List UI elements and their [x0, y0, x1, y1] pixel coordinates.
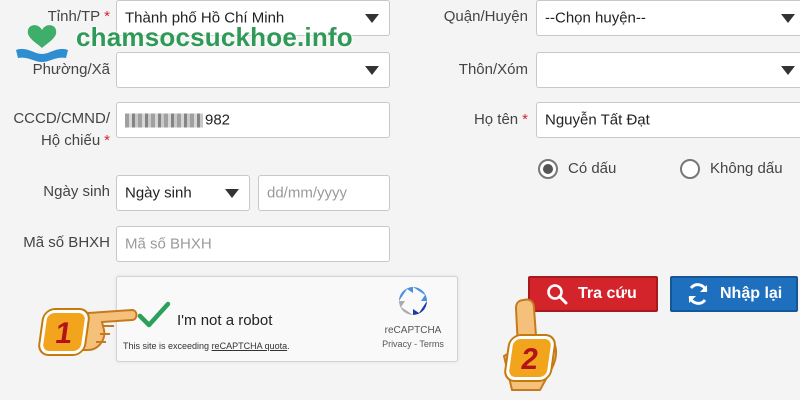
- required-mark: *: [104, 132, 110, 149]
- recaptcha-notice-end: .: [287, 341, 290, 351]
- checkmark-icon[interactable]: [137, 301, 171, 334]
- watermark-logo: [12, 20, 72, 64]
- watermark-text: chamsocsuckhoe.info: [76, 22, 353, 52]
- bhxh-label: Mã số BHXH: [23, 234, 110, 251]
- step-2-callout: 2: [486, 296, 566, 400]
- required-mark: *: [522, 111, 528, 128]
- recaptcha-widget: I'm not a robot This site is exceeding r…: [116, 276, 458, 362]
- id-number-value: 982: [125, 112, 230, 129]
- reset-button-label: Nhập lại: [720, 285, 783, 302]
- dob-type-value: Ngày sinh: [125, 184, 192, 202]
- chevron-down-icon: [781, 66, 795, 75]
- chevron-down-icon: [365, 14, 379, 23]
- unaccented-radio-label: Không dấu: [710, 160, 783, 177]
- step-2-badge: 2: [504, 336, 556, 380]
- heart-hands-icon: [16, 25, 68, 62]
- search-button-label: Tra cứu: [578, 285, 637, 302]
- redacted-digits: [125, 113, 203, 128]
- district-select[interactable]: --Chọn huyện--: [536, 0, 800, 36]
- full-name-label: Họ tên *: [420, 111, 528, 128]
- recaptcha-brand: reCAPTCHA: [384, 325, 442, 336]
- village-select[interactable]: [536, 52, 800, 88]
- id-number-visible-digits: 982: [205, 111, 231, 129]
- refresh-icon: [688, 283, 708, 305]
- chevron-down-icon: [781, 14, 795, 23]
- ward-label: Phường/Xã: [32, 61, 110, 78]
- district-select-value: --Chọn huyện--: [545, 9, 646, 27]
- radio-selected-dot: [543, 164, 553, 174]
- recaptcha-quota-link[interactable]: reCAPTCHA quota: [212, 341, 288, 351]
- dob-input[interactable]: dd/mm/yyyy: [258, 175, 390, 211]
- district-label: Quận/Huyện: [443, 8, 528, 25]
- bhxh-input[interactable]: Mã số BHXH: [116, 226, 390, 262]
- ward-select[interactable]: [116, 52, 390, 88]
- dob-type-select[interactable]: Ngày sinh: [116, 175, 250, 211]
- recaptcha-logo-icon: [395, 283, 431, 324]
- accented-radio[interactable]: [538, 159, 558, 179]
- full-name-input[interactable]: Nguyễn Tất Đạt: [536, 102, 800, 138]
- terms-link[interactable]: Terms: [419, 339, 444, 349]
- village-label: Thôn/Xóm: [458, 61, 528, 78]
- dob-label: Ngày sinh: [43, 183, 110, 200]
- unaccented-radio[interactable]: [680, 159, 700, 179]
- id-number-label-line2: Hộ chiếu: [40, 132, 101, 149]
- id-number-label: CCCD/CMND/ Hộ chiếu *: [6, 108, 110, 152]
- privacy-link[interactable]: Privacy: [382, 339, 412, 349]
- recaptcha-notice: This site is exceeding reCAPTCHA quota.: [123, 341, 290, 351]
- chevron-down-icon: [225, 189, 239, 198]
- bhxh-placeholder: Mã số BHXH: [125, 235, 212, 253]
- full-name-label-text: Họ tên: [473, 111, 519, 128]
- step-1-badge: 1: [38, 310, 90, 354]
- step-1-callout: 1: [38, 296, 140, 360]
- reset-button[interactable]: Nhập lại: [670, 276, 798, 312]
- chevron-down-icon: [365, 66, 379, 75]
- recaptcha-label: I'm not a robot: [177, 312, 273, 329]
- full-name-value: Nguyễn Tất Đạt: [545, 111, 650, 129]
- id-number-label-line1: CCCD/CMND/: [13, 110, 110, 127]
- step-1-number: 1: [53, 317, 75, 350]
- id-number-input[interactable]: 982: [116, 102, 390, 138]
- step-2-number: 2: [519, 343, 541, 376]
- accented-radio-label: Có dấu: [568, 160, 617, 177]
- dob-placeholder: dd/mm/yyyy: [267, 184, 348, 202]
- recaptcha-links: Privacy - Terms: [375, 339, 451, 349]
